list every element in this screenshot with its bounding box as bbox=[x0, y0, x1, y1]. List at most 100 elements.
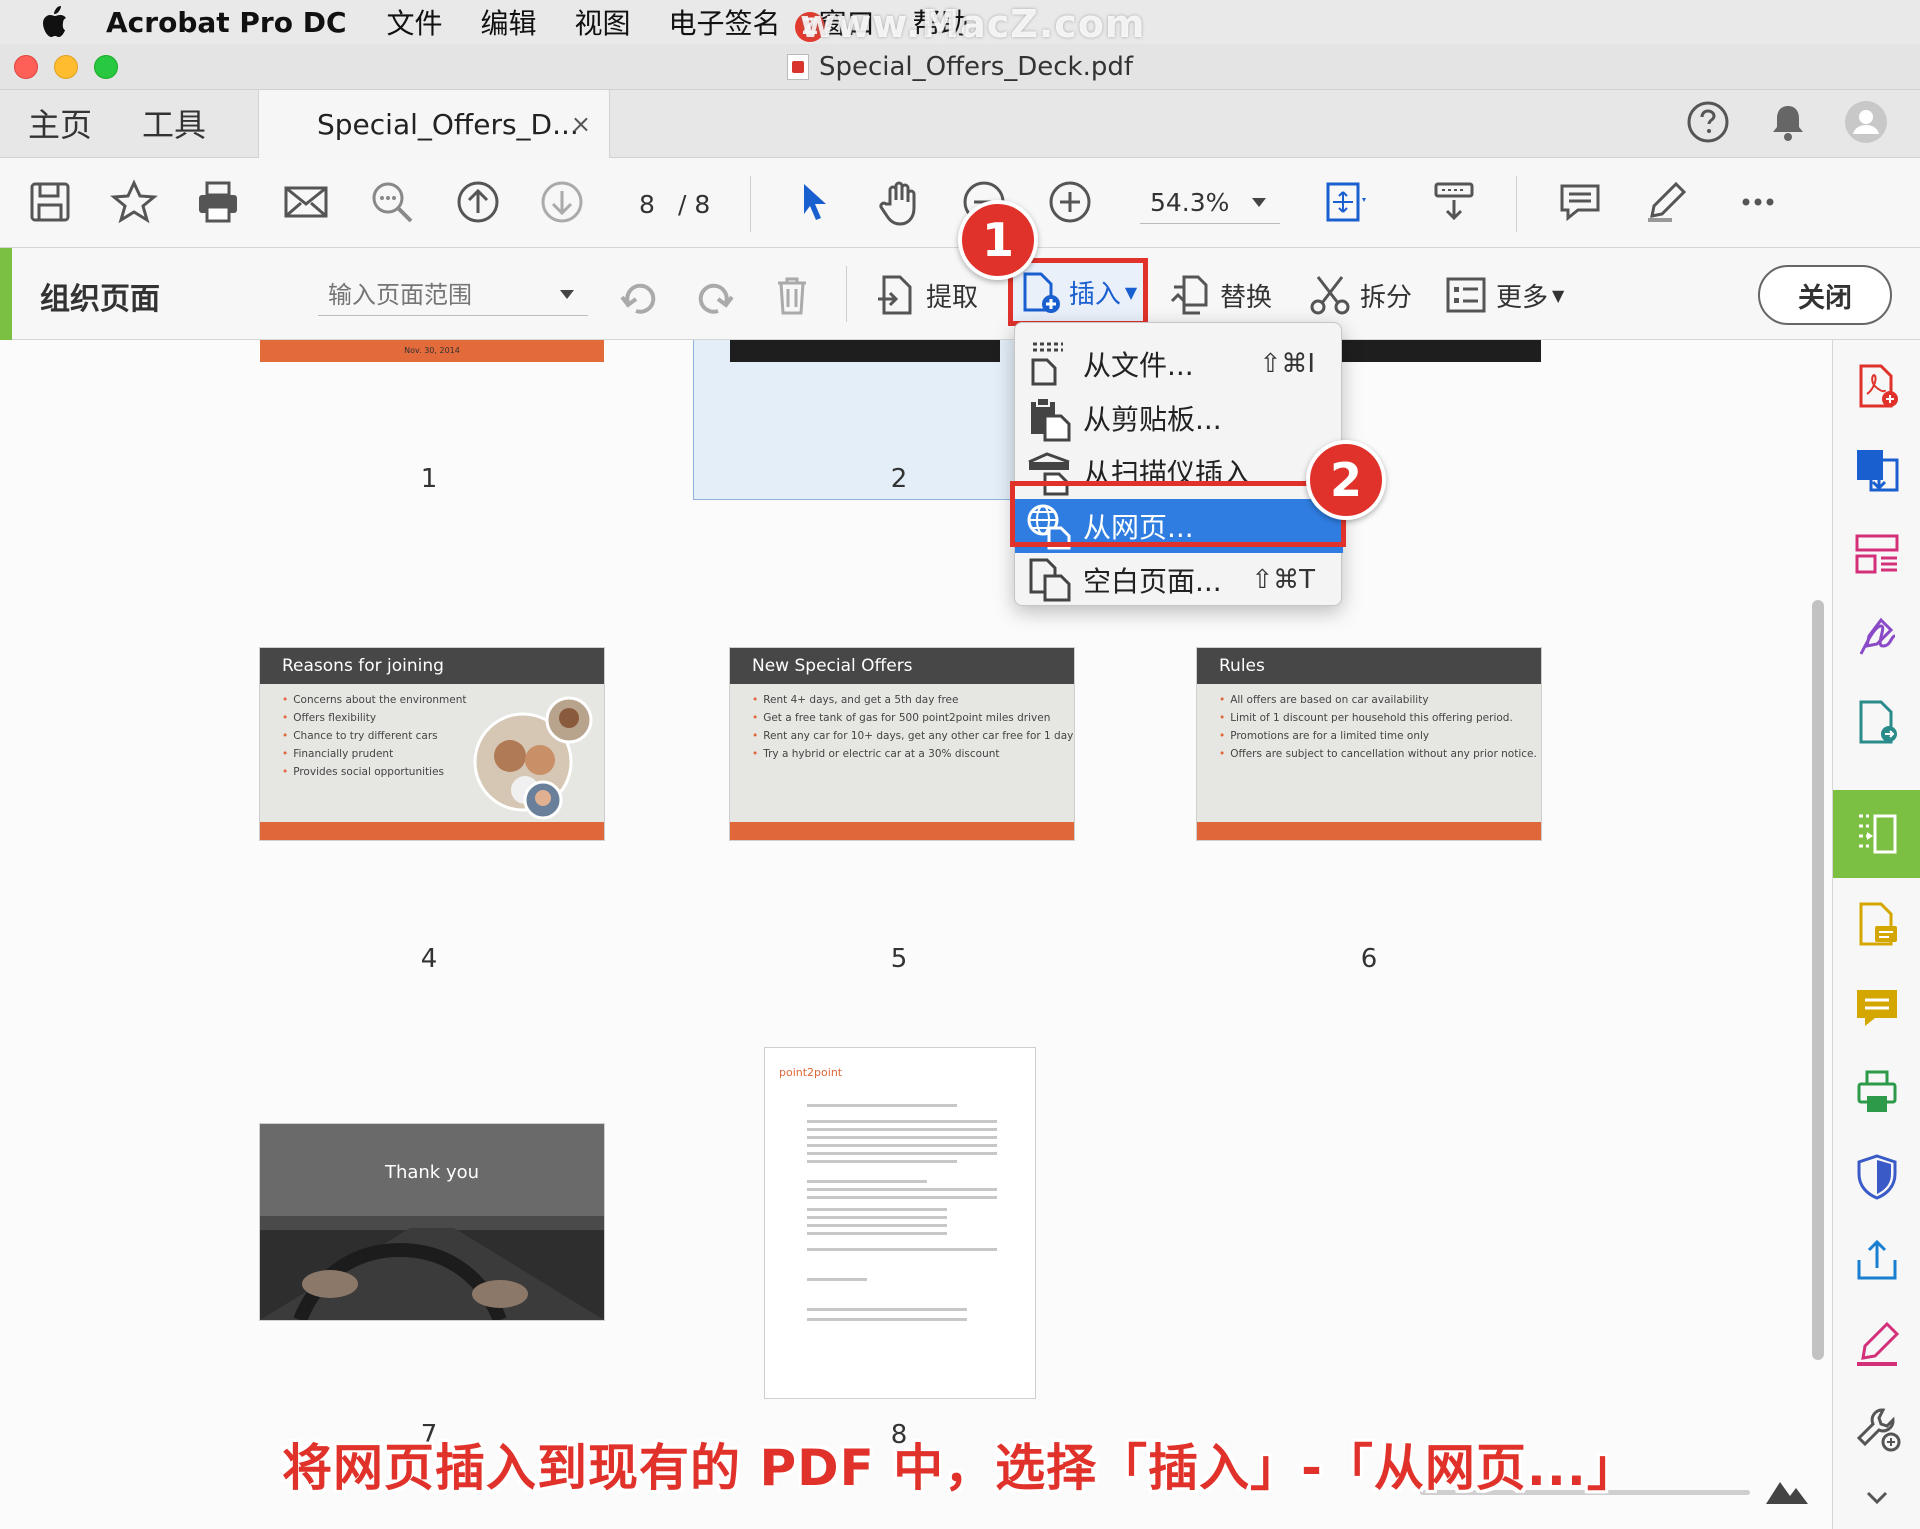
page-thumbnail-5[interactable]: New Special Offers Rent 4+ days, and get… bbox=[730, 648, 1074, 840]
organize-pages-title: 组织页面 bbox=[40, 282, 160, 317]
print-production-icon[interactable] bbox=[1853, 1068, 1901, 1116]
vertical-scrollbar[interactable] bbox=[1812, 600, 1824, 1360]
menu-item-from-file[interactable]: 从文件... ⇧⌘I bbox=[1015, 337, 1343, 391]
redo-icon[interactable] bbox=[692, 272, 744, 318]
extract-button[interactable]: 提取 bbox=[874, 272, 978, 318]
page-label-5: 5 bbox=[890, 944, 908, 974]
people-photo-image bbox=[473, 696, 593, 820]
chevron-down-icon[interactable] bbox=[1252, 198, 1266, 207]
caret-down-icon: ▼ bbox=[1552, 285, 1565, 305]
replace-button[interactable]: 替换 bbox=[1168, 272, 1272, 318]
comment-icon[interactable] bbox=[1556, 178, 1604, 226]
chevron-down-icon[interactable] bbox=[560, 290, 574, 299]
tab-document[interactable]: Special_Offers_D... × bbox=[258, 90, 610, 158]
page-thumbnail-8[interactable]: point2point bbox=[765, 1048, 1035, 1398]
slide-bullet: Limit of 1 discount per household this o… bbox=[1219, 712, 1541, 724]
slide-footer-bar bbox=[260, 822, 604, 840]
hand-tool-icon[interactable] bbox=[876, 178, 924, 226]
letter-text-line bbox=[807, 1216, 947, 1219]
edit-pdf-icon[interactable] bbox=[1853, 530, 1901, 578]
tab-tools[interactable]: 工具 bbox=[142, 100, 206, 146]
window-close-button[interactable] bbox=[14, 55, 38, 79]
pdf-file-icon bbox=[786, 53, 809, 80]
letter-text-line bbox=[807, 1196, 997, 1199]
page-thumbnail-6[interactable]: Rules All offers are based on car availa… bbox=[1197, 648, 1541, 840]
delete-trash-icon[interactable] bbox=[770, 272, 822, 318]
fill-sign-icon[interactable] bbox=[1853, 614, 1901, 662]
more-options-icon[interactable] bbox=[1734, 178, 1782, 226]
sign-pen-icon[interactable] bbox=[1853, 1320, 1901, 1368]
more-button[interactable]: 更多 ▼ bbox=[1444, 272, 1564, 318]
page-thumbnail-4[interactable]: Reasons for joining Concerns about the e… bbox=[260, 648, 604, 840]
window-zoom-button[interactable] bbox=[94, 55, 118, 79]
save-icon[interactable] bbox=[26, 178, 74, 226]
tab-close-icon[interactable]: × bbox=[571, 110, 591, 138]
insert-dropdown-menu: 从文件... ⇧⌘I 从剪贴板... 从扫描仪插入 从网页... 空白页面...… bbox=[1014, 322, 1343, 607]
undo-icon[interactable] bbox=[618, 272, 670, 318]
app-name-menu[interactable]: Acrobat Pro DC bbox=[106, 6, 347, 39]
scroll-mode-icon[interactable] bbox=[1430, 178, 1478, 226]
page-label-1: 1 bbox=[420, 464, 438, 494]
insert-page-icon bbox=[1023, 272, 1060, 313]
page-label-4: 4 bbox=[420, 944, 438, 974]
search-zoom-icon[interactable] bbox=[368, 178, 416, 226]
send-for-review-icon[interactable] bbox=[1853, 698, 1901, 746]
bookmark-star-icon[interactable] bbox=[110, 178, 158, 226]
menu-item-blank-page[interactable]: 空白页面... ⇧⌘T bbox=[1015, 553, 1343, 607]
comment-tool-icon[interactable] bbox=[1853, 984, 1901, 1032]
notification-bell-icon[interactable] bbox=[1766, 100, 1810, 144]
zoom-in-icon[interactable] bbox=[1046, 178, 1094, 226]
menu-file[interactable]: 文件 bbox=[387, 2, 443, 42]
slide-bullets: All offers are based on car availability… bbox=[1197, 684, 1541, 760]
apple-icon[interactable] bbox=[40, 6, 68, 38]
menu-item-label: 从文件... bbox=[1083, 349, 1194, 382]
previous-page-icon[interactable] bbox=[454, 178, 502, 226]
menu-shortcut: ⇧⌘T bbox=[1251, 565, 1315, 595]
menu-esign[interactable]: 电子签名 bbox=[669, 2, 781, 42]
menu-item-from-clipboard[interactable]: 从剪贴板... bbox=[1015, 391, 1343, 445]
help-icon[interactable] bbox=[1686, 100, 1730, 144]
protect-shield-icon[interactable] bbox=[1853, 1152, 1901, 1200]
window-minimize-button[interactable] bbox=[54, 55, 78, 79]
share-upload-icon[interactable] bbox=[1853, 1236, 1901, 1284]
slide-bullet: Rent any car for 10+ days, get any other… bbox=[752, 730, 1074, 742]
replace-label: 替换 bbox=[1220, 282, 1273, 313]
highlight-pen-icon[interactable] bbox=[1642, 178, 1690, 226]
replace-page-icon bbox=[1170, 275, 1208, 315]
select-cursor-icon[interactable] bbox=[790, 178, 838, 226]
letter-text-line bbox=[807, 1152, 997, 1155]
page-thumbnail-1[interactable]: Nov. 30, 2014 bbox=[260, 340, 604, 362]
menu-view[interactable]: 视图 bbox=[575, 2, 631, 42]
page-thumbnail-2-selected[interactable] bbox=[693, 340, 1023, 500]
page-thumbnail-2[interactable] bbox=[730, 340, 1000, 362]
letter-text-line bbox=[807, 1136, 997, 1139]
export-pdf-icon[interactable] bbox=[1853, 446, 1901, 494]
page1-footer-date: Nov. 30, 2014 bbox=[404, 346, 460, 355]
email-icon[interactable] bbox=[282, 178, 330, 226]
slide-bullet: All offers are based on car availability bbox=[1219, 694, 1541, 706]
insert-button[interactable]: 插入 ▼ bbox=[1008, 258, 1148, 326]
create-pdf-icon[interactable] bbox=[1853, 362, 1901, 410]
clipboard-icon bbox=[1031, 397, 1071, 442]
next-page-icon[interactable] bbox=[538, 178, 586, 226]
page-total-label: / 8 bbox=[678, 190, 711, 219]
account-avatar-icon[interactable] bbox=[1844, 100, 1888, 144]
tab-bar: 主页 工具 Special_Offers_D... × bbox=[0, 90, 1920, 158]
highlight-frame bbox=[1010, 481, 1346, 547]
tab-home[interactable]: 主页 bbox=[28, 100, 92, 146]
organize-pages-tool-active[interactable] bbox=[1833, 790, 1920, 878]
menu-edit[interactable]: 编辑 bbox=[481, 2, 537, 42]
page-number-input[interactable] bbox=[622, 186, 672, 222]
fit-page-icon[interactable] bbox=[1322, 178, 1370, 226]
close-tool-button[interactable]: 关闭 bbox=[1758, 265, 1892, 325]
print-icon[interactable] bbox=[194, 178, 242, 226]
comment-file-icon[interactable] bbox=[1853, 900, 1901, 948]
page-thumbnail-7[interactable]: Thank you bbox=[260, 1124, 604, 1320]
split-button[interactable]: 拆分 bbox=[1308, 272, 1412, 318]
menu-shortcut: ⇧⌘I bbox=[1259, 349, 1315, 379]
window-title: Special_Offers_Deck.pdf bbox=[818, 51, 1134, 82]
toolbar-divider bbox=[750, 176, 751, 232]
slide-bullet: Promotions are for a limited time only bbox=[1219, 730, 1541, 742]
page-range-input[interactable] bbox=[318, 274, 588, 316]
slide-bullet: Rent 4+ days, and get a 5th day free bbox=[752, 694, 1074, 706]
